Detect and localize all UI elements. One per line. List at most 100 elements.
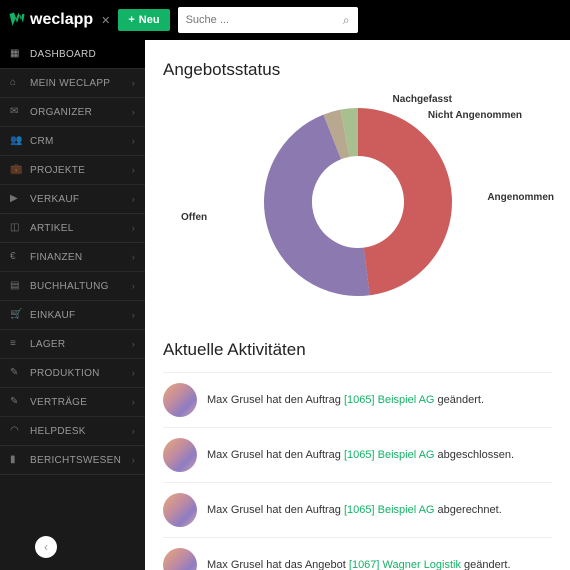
sidebar-item-label: VERKAUF [30, 194, 124, 205]
cube-icon: ◫ [10, 222, 22, 234]
activity-pre: hat den Auftrag [263, 449, 344, 461]
users-icon: 👥 [10, 135, 22, 147]
collapse-sidebar-button[interactable]: ‹ [35, 536, 57, 558]
main-content: Angebotsstatus Offen Angenommen Nicht An… [145, 40, 570, 570]
grid-icon: ▦ [10, 48, 22, 60]
activity-link[interactable]: [1065] Beispiel AG [344, 449, 435, 461]
activity-user: Max Grusel [207, 559, 263, 570]
activity-user: Max Grusel [207, 504, 263, 516]
chevron-right-icon: › [132, 339, 135, 349]
sidebar-item-crm[interactable]: 👥 CRM › [0, 127, 145, 156]
sidebar-item-buchhaltung[interactable]: ▤ BUCHHALTUNG › [0, 272, 145, 301]
chart-label-offen: Offen [181, 212, 207, 223]
avatar[interactable] [163, 548, 197, 570]
sidebar-item-mein-weclapp[interactable]: ⌂MEIN WECLAPP› [0, 69, 145, 98]
activity-link[interactable]: [1067] Wagner Logistik [349, 559, 461, 570]
activity-item: Max Grusel hat den Auftrag [1065] Beispi… [163, 482, 552, 537]
new-button-label: Neu [139, 14, 160, 26]
sidebar-item-label: VERTRÄGE [30, 397, 124, 408]
tag-icon: ▶ [10, 193, 22, 205]
sidebar-item-label: HELPDESK [30, 426, 124, 437]
search-input[interactable] [186, 14, 343, 26]
activities-section-title: Aktuelle Aktivitäten [163, 340, 552, 360]
sidebar: ▦DASHBOARD⌂MEIN WECLAPP›✉ORGANIZER›👥CRM›… [0, 40, 145, 570]
sidebar-item-label: EINKAUF [30, 310, 124, 321]
sidebar-item-produktion[interactable]: ✎ PRODUKTION › [0, 359, 145, 388]
chevron-right-icon: › [132, 310, 135, 320]
activity-pre: hat den Auftrag [263, 394, 344, 406]
sidebar-item-artikel[interactable]: ◫ARTIKEL› [0, 214, 145, 243]
sidebar-item-helpdesk[interactable]: ◠HELPDESK› [0, 417, 145, 446]
sidebar-item-label: FINANZEN [30, 252, 124, 263]
sidebar-item-finanzen[interactable]: € FINANZEN › [0, 243, 145, 272]
bars-icon: ▮ [10, 454, 22, 466]
plus-icon: + [128, 14, 134, 26]
cart-icon: 🛒 [10, 309, 22, 321]
donut-slice-nicht-angenommen[interactable] [332, 133, 345, 137]
angebotsstatus-chart: Offen Angenommen Nicht Angenommen Nachge… [163, 92, 552, 312]
chevron-right-icon: › [132, 165, 135, 175]
chevron-right-icon: › [132, 426, 135, 436]
activity-text: Max Grusel hat den Auftrag [1065] Beispi… [207, 394, 484, 406]
sidebar-item-verträge[interactable]: ✎ VERTRÄGE › [0, 388, 145, 417]
sidebar-item-label: BERICHTSWESEN [30, 455, 124, 466]
sidebar-item-verkauf[interactable]: ▶VERKAUF› [0, 185, 145, 214]
avatar[interactable] [163, 383, 197, 417]
activity-item: Max Grusel hat den Auftrag [1065] Beispi… [163, 427, 552, 482]
calc-icon: ▤ [10, 280, 22, 292]
brand-logo[interactable]: weclapp [8, 11, 93, 29]
chevron-right-icon: › [132, 455, 135, 465]
chevron-right-icon: › [132, 78, 135, 88]
briefcase-icon: 💼 [10, 164, 22, 176]
euro-icon: € [10, 251, 22, 263]
activity-post: geändert. [435, 394, 485, 406]
activity-pre: hat das Angebot [263, 559, 349, 570]
sidebar-item-label: LAGER [30, 339, 124, 350]
activity-item: Max Grusel hat das Angebot [1067] Wagner… [163, 537, 552, 570]
chart-label-nach: Nachgefasst [393, 94, 452, 105]
chevron-right-icon: › [132, 368, 135, 378]
chart-label-nicht: Nicht Angenommen [428, 110, 522, 121]
search-icon[interactable]: ⌕ [343, 13, 350, 28]
chevron-right-icon: › [132, 136, 135, 146]
donut-slice-nachgefasst[interactable] [344, 132, 357, 133]
sidebar-item-label: PRODUKTION [30, 368, 124, 379]
sidebar-item-label: DASHBOARD [30, 49, 135, 60]
db-icon: ≡ [10, 338, 22, 350]
brand-name: weclapp [30, 11, 93, 29]
avatar[interactable] [163, 493, 197, 527]
activity-text: Max Grusel hat den Auftrag [1065] Beispi… [207, 449, 514, 461]
chevron-right-icon: › [132, 223, 135, 233]
chevron-right-icon: › [132, 397, 135, 407]
chevron-right-icon: › [132, 281, 135, 291]
sidebar-item-einkauf[interactable]: 🛒 EINKAUF › [0, 301, 145, 330]
donut-slice-angenommen[interactable] [288, 137, 367, 272]
donut-slice-offen[interactable] [358, 132, 428, 271]
activity-link[interactable]: [1065] Beispiel AG [344, 504, 435, 516]
sidebar-item-label: PROJEKTE [30, 165, 124, 176]
activity-link[interactable]: [1065] Beispiel AG [344, 394, 435, 406]
wrench-icon: ✎ [10, 367, 22, 379]
mail-icon: ✉ [10, 106, 22, 118]
sidebar-item-lager[interactable]: ≡ LAGER › [0, 330, 145, 359]
sidebar-item-projekte[interactable]: 💼 PROJEKTE › [0, 156, 145, 185]
donut-chart [258, 102, 458, 302]
file-icon: ✎ [10, 396, 22, 408]
chart-label-angenommen: Angenommen [487, 192, 554, 203]
sidebar-item-organizer[interactable]: ✉ORGANIZER› [0, 98, 145, 127]
sidebar-item-label: CRM [30, 136, 124, 147]
activity-text: Max Grusel hat den Auftrag [1065] Beispi… [207, 504, 502, 516]
new-button[interactable]: + Neu [118, 9, 169, 31]
close-icon[interactable]: ✕ [101, 14, 110, 27]
sidebar-item-label: MEIN WECLAPP [30, 78, 124, 89]
sidebar-item-berichtswesen[interactable]: ▮ BERICHTSWESEN › [0, 446, 145, 475]
avatar[interactable] [163, 438, 197, 472]
sidebar-item-dashboard[interactable]: ▦ DASHBOARD [0, 40, 145, 69]
activity-post: abgerechnet. [435, 504, 502, 516]
search-wrap: ⌕ [178, 7, 358, 33]
activity-text: Max Grusel hat das Angebot [1067] Wagner… [207, 559, 511, 570]
chevron-right-icon: › [132, 252, 135, 262]
sidebar-item-label: BUCHHALTUNG [30, 281, 124, 292]
activity-user: Max Grusel [207, 449, 263, 461]
activity-post: abgeschlossen. [435, 449, 515, 461]
